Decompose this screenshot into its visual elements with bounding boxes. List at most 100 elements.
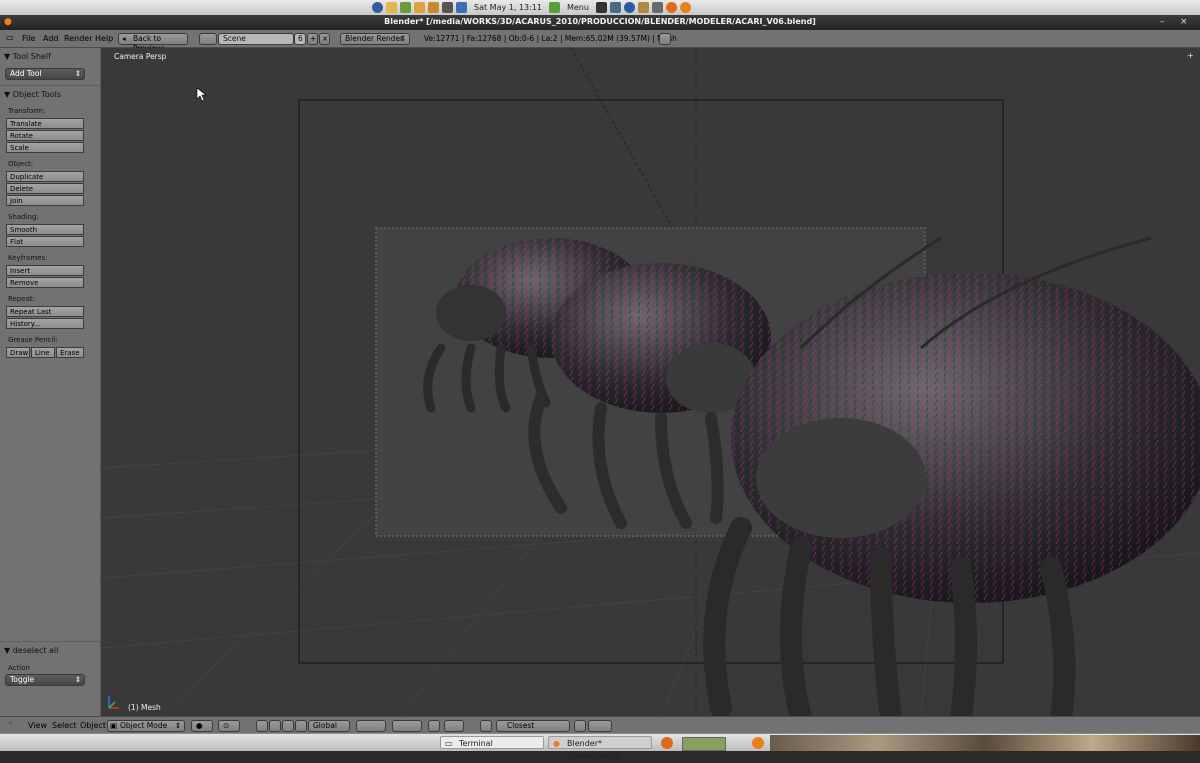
mode-dropdown[interactable]: ▣ Object Mode ⇕ [107, 720, 185, 732]
repeat-last-button[interactable]: Repeat Last [6, 306, 84, 317]
header-editor-icon[interactable]: ▭ [6, 33, 14, 42]
scene-stats: Ve:12771 | Fa:12768 | Ob:0-6 | La:2 | Me… [424, 34, 677, 43]
editor-type-icon[interactable]: ◦ [8, 719, 13, 728]
user-icon[interactable] [414, 2, 425, 13]
mail-icon[interactable] [386, 2, 397, 13]
scene-add-button[interactable]: + [307, 33, 318, 45]
blender-tray-icon[interactable] [752, 737, 764, 749]
task-terminal[interactable]: ▭ Terminal [440, 736, 544, 749]
close-button[interactable]: × [1180, 17, 1188, 27]
orientation-dropdown[interactable]: Global [308, 720, 350, 732]
tool-shelf-header[interactable]: ▼ Tool Shelf [4, 52, 51, 61]
viewport-canvas[interactable] [101, 48, 1200, 716]
axis-gizmo-icon [108, 696, 119, 709]
grease-draw-button[interactable]: Draw [6, 347, 30, 358]
pivot-dropdown[interactable]: ⊙ [218, 720, 240, 732]
add-tool-label: Add Tool [10, 69, 42, 78]
scale-button[interactable]: Scale [6, 142, 84, 153]
menu-help[interactable]: Help [95, 34, 113, 43]
info-header: ▭ File Add Render Help ◂ Back to Previou… [0, 30, 1200, 53]
proportional-edit-dropdown[interactable] [444, 720, 464, 732]
lock-layers-button[interactable] [428, 720, 440, 732]
menu-object[interactable]: Object [80, 721, 106, 730]
insert-keyframe-button[interactable]: Insert [6, 265, 84, 276]
menu-file[interactable]: File [22, 34, 35, 43]
task-blender-label: Blender* [/media/WOR... [567, 739, 628, 761]
display-icon[interactable] [609, 2, 621, 13]
settings-icon[interactable] [651, 2, 663, 13]
blender-icon: ● [553, 739, 560, 748]
grease-erase-button[interactable]: Erase [56, 347, 84, 358]
3d-viewport[interactable]: Camera Persp (1) Mesh + [101, 48, 1200, 716]
ubuntu-icon[interactable] [372, 2, 383, 13]
translate-button[interactable]: Translate [6, 118, 84, 129]
object-tools-header[interactable]: ▼ Object Tools [4, 90, 61, 99]
firefox-icon[interactable] [661, 737, 673, 749]
orientation-label: Global [313, 721, 337, 730]
task-blender[interactable]: ● Blender* [/media/WOR... [548, 736, 652, 761]
menu-add[interactable]: Add [43, 34, 59, 43]
group-label-repeat: Repeat: [8, 295, 35, 303]
menu-select[interactable]: Select [52, 721, 77, 730]
task-terminal-label: Terminal [459, 739, 493, 748]
taskbar: ▭ Terminal ● Blender* [/media/WOR... [0, 733, 1200, 761]
group-label-keyframes: Keyframes: [8, 254, 48, 262]
add-tool-dropdown[interactable]: Add Tool ⇕ [5, 68, 85, 80]
menu-render[interactable]: Render [64, 34, 92, 43]
action-dropdown[interactable]: Toggle ⇕ [5, 674, 85, 686]
browser-icon[interactable] [623, 2, 635, 13]
snap-target-dropdown[interactable]: Closest [496, 720, 570, 732]
lock-icon[interactable] [428, 2, 439, 13]
remove-keyframe-button[interactable]: Remove [6, 277, 84, 288]
menu-icon[interactable] [548, 2, 560, 13]
scene-delete-button[interactable]: × [319, 33, 330, 45]
back-to-previous-button[interactable]: ◂ Back to Previous [118, 33, 188, 53]
group-label-object: Object: [8, 160, 34, 168]
smooth-button[interactable]: Smooth [6, 224, 84, 235]
object-tools-title: Object Tools [12, 90, 62, 99]
chat-icon[interactable] [400, 2, 411, 13]
delete-button[interactable]: Delete [6, 183, 84, 194]
mode-label: Object Mode [120, 721, 168, 730]
folder-icon[interactable] [637, 2, 649, 13]
network-signal-icon[interactable] [456, 2, 467, 13]
viewport-corner-icon[interactable]: + [1187, 51, 1194, 60]
duplicate-button[interactable]: Duplicate [6, 171, 84, 182]
snap-toggle[interactable] [480, 720, 492, 732]
object-info-label: (1) Mesh [128, 703, 161, 712]
terminal-icon[interactable] [595, 2, 607, 13]
translate-manipulator[interactable] [269, 720, 281, 732]
menu-view[interactable]: View [28, 721, 47, 730]
clock[interactable]: Sat May 1, 13:11 [474, 3, 542, 12]
scene-browse-button[interactable] [199, 33, 217, 45]
workspace-switcher-icon[interactable] [682, 737, 726, 751]
action-label: Action [8, 664, 30, 672]
operator-panel-header[interactable]: ▼ deselect all [4, 646, 58, 655]
rotate-manipulator[interactable] [282, 720, 294, 732]
scene-name-field[interactable]: Scene [218, 33, 294, 45]
flat-button[interactable]: Flat [6, 236, 84, 247]
scale-manipulator[interactable] [295, 720, 307, 732]
chevron-updown-icon: ⇕ [174, 721, 181, 730]
render-preview-button[interactable] [574, 720, 586, 732]
layers-group-2[interactable] [392, 720, 422, 732]
volume-icon[interactable] [442, 2, 453, 13]
render-toggle-button[interactable] [659, 33, 671, 45]
layers-group-1[interactable] [356, 720, 386, 732]
grease-line-button[interactable]: Line [31, 347, 55, 358]
rotate-button[interactable]: Rotate [6, 130, 84, 141]
system-tray: Sat May 1, 13:11 Menu [372, 0, 691, 15]
menu-label[interactable]: Menu [567, 3, 589, 12]
render-engine-dropdown[interactable]: Blender Render ⇕ [340, 33, 410, 45]
history-button[interactable]: History... [6, 318, 84, 329]
blender-icon[interactable] [679, 2, 691, 13]
join-button[interactable]: Join [6, 195, 84, 206]
manipulator-toggle[interactable] [256, 720, 268, 732]
group-label-transform: Transform: [8, 107, 46, 115]
render-engine-label: Blender Render [345, 34, 404, 43]
firefox-icon[interactable] [665, 2, 677, 13]
group-label-grease-pencil: Grease Pencil: [8, 336, 58, 344]
opengl-render-button[interactable] [588, 720, 612, 732]
shading-dropdown[interactable]: ● [191, 720, 213, 732]
minimize-button[interactable]: – [1160, 17, 1165, 27]
